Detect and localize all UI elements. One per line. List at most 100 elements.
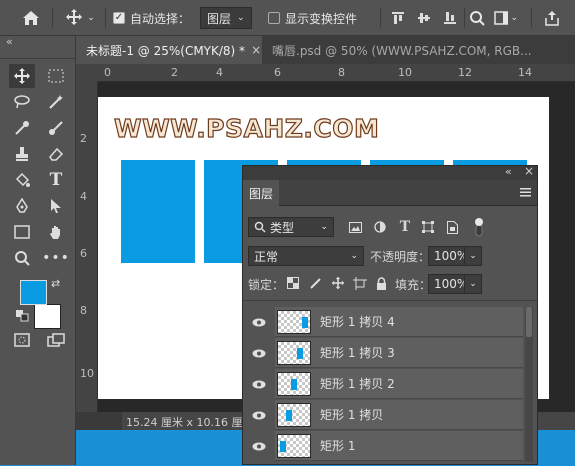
layer-name: 矩形 1 拷贝 2 [320, 377, 395, 391]
workspace-icon[interactable]: ⌄ [494, 0, 518, 36]
chevron-down-icon: ⌄ [87, 13, 95, 23]
ruler-tick-label: 2 [80, 132, 87, 145]
ruler-tick-label: 8 [338, 66, 345, 79]
swap-colors-icon[interactable]: ⇄ [51, 277, 60, 290]
fill-dropdown-chevron[interactable]: ⌄ [464, 274, 482, 294]
zoom-tool-icon[interactable] [9, 246, 35, 270]
visibility-eye-icon[interactable] [249, 369, 269, 399]
align-top-icon[interactable] [388, 0, 408, 36]
eraser-tool-icon[interactable] [43, 142, 69, 166]
ruler-tick-label: 0 [104, 66, 111, 79]
move-tool[interactable] [9, 64, 35, 88]
tab-lips-psd[interactable]: 嘴唇.psd @ 50% (WWW.PSAHZ.COM, RGB... [262, 36, 575, 64]
lock-position-icon[interactable] [330, 275, 346, 291]
move-tool-preset-button[interactable]: ⌄ [60, 0, 100, 36]
layer-row[interactable]: 矩形 1 拷贝 4 [275, 307, 523, 337]
layer-filter-dropdown[interactable]: 类型 ⌄ [248, 217, 334, 237]
pixel-filter-icon[interactable] [347, 218, 363, 236]
checkbox-unchecked-icon [268, 12, 280, 24]
marquee-tool-icon[interactable] [43, 64, 69, 88]
layer-thumbnail [277, 340, 311, 365]
shape-filter-icon[interactable] [420, 218, 436, 236]
smart-object-filter-icon[interactable] [444, 218, 460, 236]
lock-transparent-pixels-icon[interactable] [286, 276, 300, 290]
align-vcenter-icon[interactable] [414, 0, 434, 36]
layer-name: 矩形 1 [320, 439, 356, 453]
magic-wand-tool-icon[interactable] [43, 90, 69, 114]
ruler-tick-label: 2 [171, 66, 178, 79]
home-icon[interactable] [14, 0, 48, 36]
lock-image-pixels-icon[interactable] [308, 276, 322, 290]
lock-all-icon[interactable] [374, 275, 388, 291]
ruler-tick-label: 8 [80, 304, 87, 317]
tab-label: 嘴唇.psd @ 50% (WWW.PSAHZ.COM, RGB... [272, 43, 532, 58]
brush-tool-icon[interactable] [43, 116, 69, 140]
auto-select-checkbox[interactable]: ✓ 自动选择： [113, 0, 198, 36]
visibility-eye-icon[interactable] [249, 307, 269, 337]
lasso-tool-icon[interactable] [9, 90, 35, 114]
chevron-down-icon: ⌄ [320, 222, 328, 232]
rectangle-tool-icon[interactable] [9, 220, 35, 244]
collapse-icon[interactable]: « [6, 35, 13, 48]
filter-toggle-icon[interactable] [471, 215, 487, 239]
close-panel-icon[interactable]: × [524, 164, 534, 178]
more-tools-icon[interactable]: ••• [42, 246, 69, 270]
ruler-tick-label: 10 [80, 367, 94, 380]
eyedropper-tool-icon[interactable] [9, 116, 35, 140]
pen-tool-icon[interactable] [9, 194, 35, 218]
path-selection-tool-icon[interactable] [43, 194, 69, 218]
layers-scrollbar[interactable] [525, 307, 533, 462]
opacity-label: 不透明度： [370, 250, 431, 264]
visibility-eye-icon[interactable] [249, 400, 269, 430]
tab-layers[interactable]: 图层 [243, 180, 279, 206]
screen-mode-icon[interactable] [43, 328, 69, 352]
ruler-tick-label: 10 [398, 66, 412, 79]
type-filter-icon[interactable]: T [397, 218, 413, 236]
layer-thumbnail [277, 309, 311, 334]
foreground-color-swatch[interactable] [20, 280, 47, 305]
layer-thumbnail [277, 402, 311, 427]
options-bar: ⌄ ✓ 自动选择： 图层 ⌄ 显示变换控件 ⌄ [0, 0, 575, 36]
show-transform-checkbox[interactable]: 显示变换控件 [268, 0, 363, 36]
ruler-tick-label: 4 [80, 190, 87, 203]
visibility-eye-icon[interactable] [249, 431, 269, 461]
tools-panel: « T ••• ⇄ [0, 35, 76, 465]
quick-mask-icon[interactable] [9, 328, 35, 352]
share-icon[interactable] [540, 0, 564, 36]
close-icon[interactable]: × [251, 43, 261, 57]
layer-row[interactable]: 矩形 1 [275, 431, 523, 461]
canvas-text-layer: WWW.PSAHZ.COM [113, 113, 380, 143]
lock-artboard-icon[interactable] [352, 276, 368, 290]
filter-label: 类型 [270, 220, 295, 235]
opacity-dropdown-chevron[interactable]: ⌄ [464, 246, 482, 266]
tab-untitled-1[interactable]: 未标题-1 @ 25%(CMYK/8) * × [76, 36, 262, 64]
adjustment-filter-icon[interactable] [372, 218, 388, 236]
hand-tool-icon[interactable] [43, 220, 69, 244]
blend-mode-value: 正常 [254, 249, 279, 264]
auto-select-value: 图层 [207, 11, 232, 26]
visibility-eye-icon[interactable] [249, 338, 269, 368]
layer-row[interactable]: 矩形 1 拷贝 2 [275, 369, 523, 399]
align-bottom-icon[interactable] [440, 0, 460, 36]
collapse-panel-icon[interactable]: « [505, 165, 512, 178]
layer-row[interactable]: 矩形 1 拷贝 [275, 400, 523, 430]
stamp-tool-icon[interactable] [9, 142, 35, 166]
background-color-swatch[interactable] [34, 304, 61, 329]
default-colors-icon[interactable] [16, 310, 30, 325]
panel-menu-icon[interactable] [520, 186, 531, 200]
paint-bucket-tool-icon[interactable] [9, 168, 35, 192]
ruler-tick-label: 14 [518, 66, 532, 79]
auto-select-dropdown[interactable]: 图层 ⌄ [200, 7, 252, 29]
chevron-down-icon: ⌄ [350, 251, 358, 261]
blend-mode-dropdown[interactable]: 正常 ⌄ [248, 246, 364, 266]
document-tabs: 未标题-1 @ 25%(CMYK/8) * × 嘴唇.psd @ 50% (WW… [76, 36, 575, 64]
search-icon[interactable] [466, 0, 488, 36]
zoom-field[interactable] [76, 412, 122, 430]
layer-row[interactable]: 矩形 1 拷贝 3 [275, 338, 523, 368]
type-tool-icon[interactable]: T [43, 168, 69, 192]
show-transform-label: 显示变换控件 [285, 11, 358, 26]
layer-name: 矩形 1 拷贝 4 [320, 315, 395, 329]
tab-label: 未标题-1 @ 25%(CMYK/8) * [86, 43, 246, 58]
panel-titlebar[interactable]: « × [243, 164, 537, 180]
ruler-horizontal: 0 2 4 6 8 10 12 14 [98, 64, 575, 82]
